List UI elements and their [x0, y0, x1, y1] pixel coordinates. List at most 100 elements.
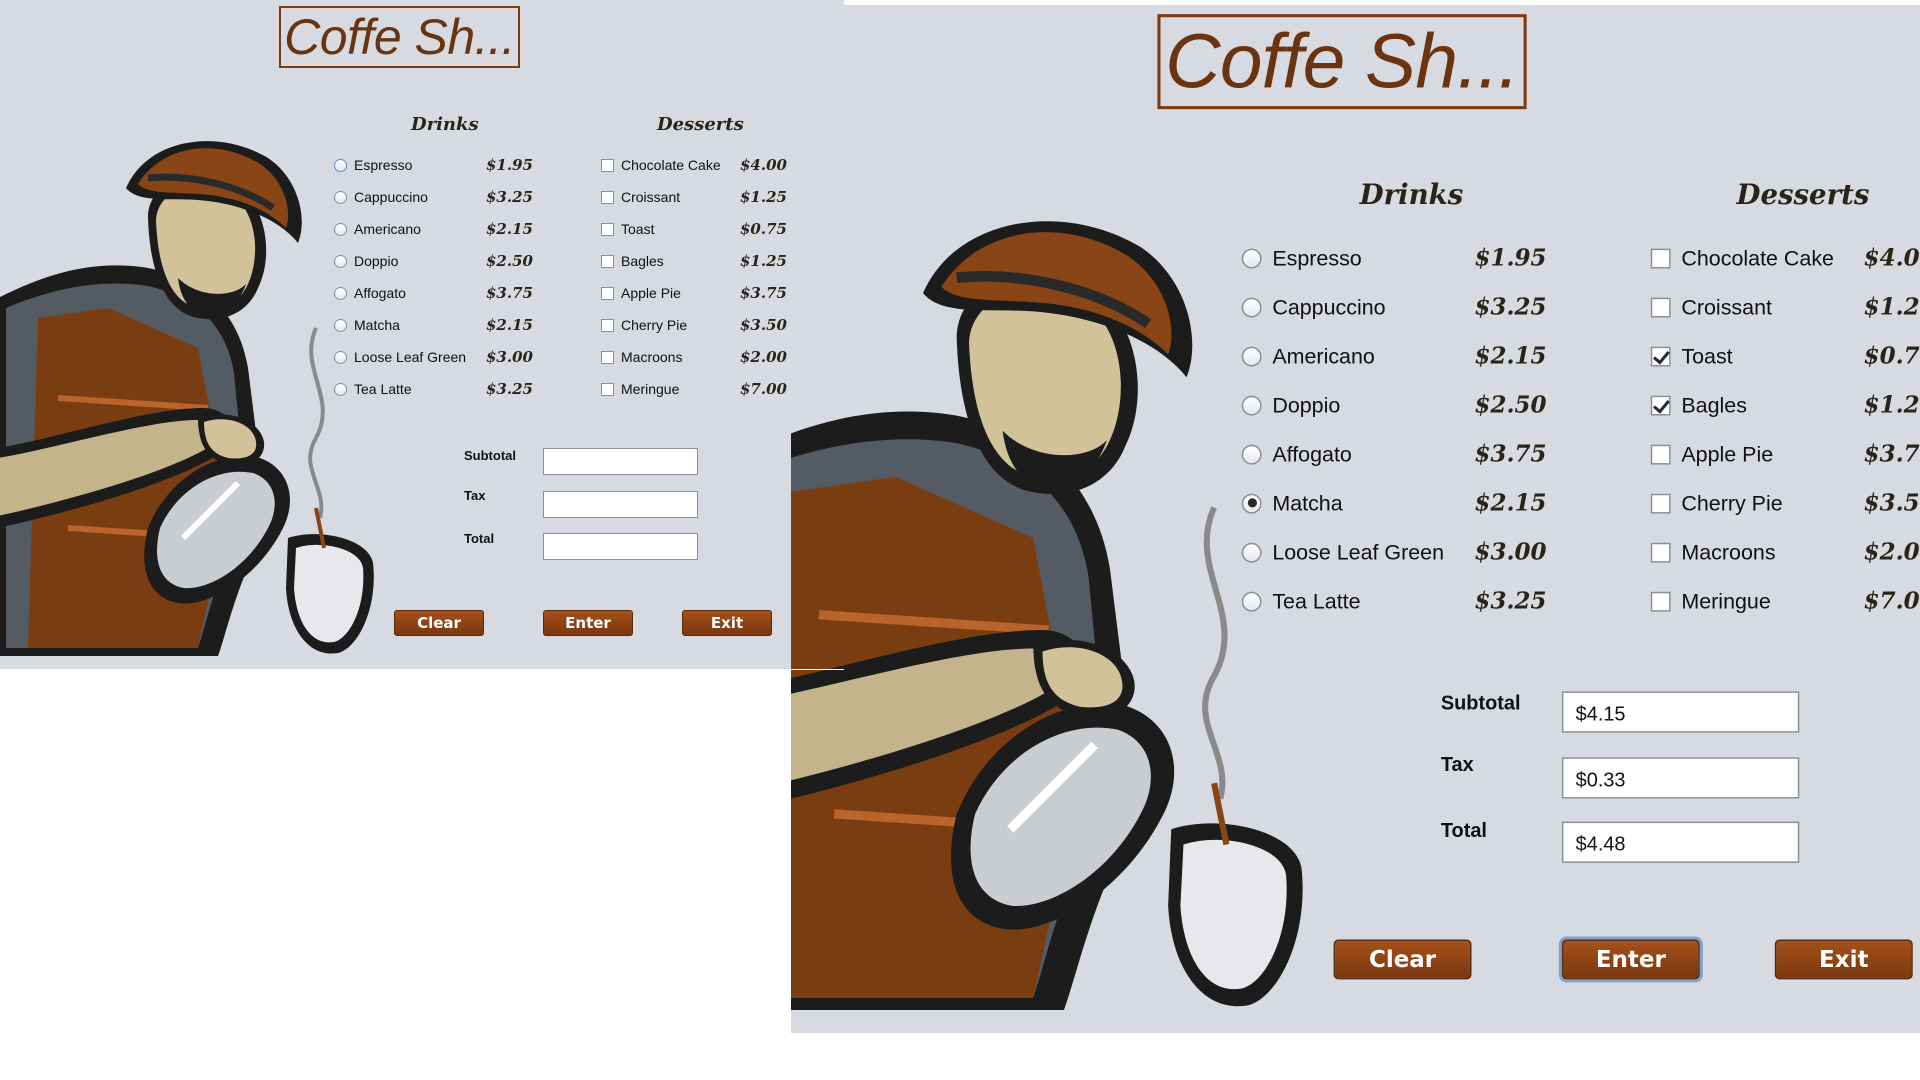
enter-button[interactable]: Enter	[543, 610, 633, 636]
radio-button[interactable]	[334, 254, 347, 268]
drink-option[interactable]: Matcha	[1241, 486, 1343, 520]
checkbox[interactable]	[601, 318, 614, 332]
drink-price: $2.15	[486, 220, 533, 238]
dessert-option[interactable]: Cherry Pie	[601, 314, 687, 336]
drink-price: $3.00	[1474, 538, 1547, 566]
drink-option[interactable]: Espresso	[1241, 241, 1362, 275]
drink-label: Doppio	[354, 253, 399, 269]
drink-option[interactable]: Doppio	[334, 250, 398, 272]
dessert-option[interactable]: Macroons	[601, 346, 682, 368]
subtotal-field[interactable]	[543, 448, 698, 475]
clear-button[interactable]: Clear	[394, 610, 484, 636]
drink-option[interactable]: Affogato	[334, 282, 406, 304]
dessert-option[interactable]: Meringue	[1650, 584, 1771, 618]
dessert-price: $0.75	[740, 220, 787, 238]
drink-option[interactable]: Doppio	[1241, 388, 1340, 422]
window-content: Coffe Sh... Drinks Desserts Espresso $1.…	[791, 5, 1920, 1030]
dessert-option[interactable]: Cherry Pie	[1650, 486, 1783, 520]
tax-label: Tax	[464, 488, 486, 503]
dessert-price: $7.00	[1863, 587, 1920, 615]
drink-option[interactable]: Americano	[334, 218, 421, 240]
checkbox[interactable]	[1650, 492, 1671, 513]
dessert-option[interactable]: Macroons	[1650, 535, 1776, 569]
total-field[interactable]: $4.48	[1561, 821, 1800, 863]
checkbox[interactable]	[601, 350, 614, 364]
dessert-label: Chocolate Cake	[621, 157, 721, 173]
drink-option[interactable]: Loose Leaf Green	[1241, 535, 1444, 569]
radio-button[interactable]	[334, 350, 347, 364]
dessert-option[interactable]: Chocolate Cake	[601, 154, 721, 176]
radio-button[interactable]	[334, 158, 347, 172]
drink-option[interactable]: Americano	[1241, 339, 1375, 373]
dessert-option[interactable]: Toast	[601, 218, 654, 240]
radio-button[interactable]	[334, 190, 347, 204]
coffee-shop-window-before: Coffe Sh... Drinks Desserts Espresso $1.…	[0, 0, 844, 669]
radio-button[interactable]	[1241, 443, 1262, 464]
checkbox[interactable]	[601, 158, 614, 172]
drink-price: $3.25	[1474, 293, 1547, 321]
dessert-option[interactable]: Apple Pie	[601, 282, 681, 304]
checkbox[interactable]	[1650, 394, 1671, 415]
drink-option[interactable]: Tea Latte	[1241, 584, 1361, 618]
clear-button[interactable]: Clear	[1333, 939, 1472, 980]
dessert-option[interactable]: Croissant	[1650, 290, 1772, 324]
radio-button[interactable]	[1241, 590, 1262, 611]
checkbox[interactable]	[1650, 247, 1671, 268]
exit-button[interactable]: Exit	[682, 610, 772, 636]
drink-option[interactable]: Cappuccino	[334, 186, 428, 208]
drink-option[interactable]: Matcha	[334, 314, 400, 336]
background-gap	[791, 669, 844, 670]
dessert-option[interactable]: Chocolate Cake	[1650, 241, 1834, 275]
radio-button[interactable]	[334, 318, 347, 332]
dessert-option[interactable]: Bagles	[601, 250, 664, 272]
dessert-price: $1.25	[1863, 293, 1920, 321]
drink-option[interactable]: Cappuccino	[1241, 290, 1386, 324]
total-field[interactable]	[543, 533, 698, 560]
coffee-shop-window-after: Coffe Sh... Drinks Desserts Espresso $1.…	[791, 5, 1920, 1033]
dessert-option[interactable]: Meringue	[601, 378, 679, 400]
drink-label: Matcha	[1272, 490, 1343, 516]
dessert-option[interactable]: Apple Pie	[1650, 437, 1773, 471]
dessert-price: $1.25	[740, 252, 787, 270]
radio-button[interactable]	[1241, 541, 1262, 562]
dessert-option[interactable]: Toast	[1650, 339, 1733, 373]
drink-price: $2.15	[1474, 342, 1547, 370]
dessert-label: Meringue	[1681, 588, 1771, 614]
enter-button[interactable]: Enter	[1561, 939, 1700, 980]
dessert-price: $1.25	[740, 188, 787, 206]
radio-button[interactable]	[334, 382, 347, 396]
barista-illustration	[0, 141, 374, 656]
radio-button[interactable]	[1241, 394, 1262, 415]
radio-button[interactable]	[1241, 345, 1262, 366]
dessert-label: Cherry Pie	[1681, 490, 1783, 516]
checkbox[interactable]	[601, 190, 614, 204]
drinks-header: Drinks	[411, 114, 479, 135]
radio-button[interactable]	[1241, 247, 1262, 268]
checkbox[interactable]	[601, 254, 614, 268]
dessert-option[interactable]: Croissant	[601, 186, 680, 208]
checkbox[interactable]	[601, 382, 614, 396]
tax-field[interactable]	[543, 491, 698, 518]
radio-button[interactable]	[1241, 492, 1262, 513]
checkbox[interactable]	[601, 286, 614, 300]
drink-option[interactable]: Espresso	[334, 154, 412, 176]
checkbox[interactable]	[1650, 296, 1671, 317]
checkbox[interactable]	[1650, 345, 1671, 366]
checkbox[interactable]	[1650, 590, 1671, 611]
subtotal-field[interactable]: $4.15	[1561, 691, 1800, 733]
dessert-label: Bagles	[1681, 392, 1747, 418]
drink-option[interactable]: Tea Latte	[334, 378, 412, 400]
checkbox[interactable]	[601, 222, 614, 236]
checkbox[interactable]	[1650, 541, 1671, 562]
radio-button[interactable]	[334, 222, 347, 236]
dessert-label: Toast	[621, 221, 655, 237]
drink-label: Affogato	[1272, 441, 1352, 467]
exit-button[interactable]: Exit	[1774, 939, 1913, 980]
drink-option[interactable]: Affogato	[1241, 437, 1352, 471]
checkbox[interactable]	[1650, 443, 1671, 464]
radio-button[interactable]	[334, 286, 347, 300]
dessert-option[interactable]: Bagles	[1650, 388, 1747, 422]
radio-button[interactable]	[1241, 296, 1262, 317]
drink-option[interactable]: Loose Leaf Green	[334, 346, 466, 368]
tax-field[interactable]: $0.33	[1561, 757, 1800, 799]
